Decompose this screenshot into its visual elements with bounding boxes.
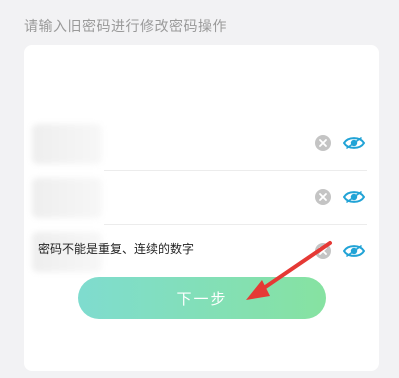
hint-text: 请输入旧密码进行修改密码操作 [24, 19, 227, 35]
password-row-old [24, 118, 367, 171]
eye-icon[interactable] [342, 243, 366, 259]
row-divider [104, 224, 367, 225]
row-divider [104, 170, 367, 171]
password-row-new [24, 172, 367, 225]
password-rule-text: 密码不能是重复、连续的数字 [38, 242, 195, 256]
new-password-input[interactable] [104, 184, 308, 214]
clear-icon[interactable] [315, 243, 331, 259]
blurred-field-label [32, 124, 102, 164]
old-password-input[interactable] [104, 130, 308, 160]
clear-icon[interactable] [315, 135, 331, 151]
eye-icon[interactable] [342, 135, 366, 151]
eye-icon[interactable] [342, 189, 366, 205]
password-card [24, 45, 379, 371]
blurred-field-label [32, 178, 102, 218]
clear-icon[interactable] [315, 189, 331, 205]
next-step-button[interactable]: 下一步 [78, 277, 326, 319]
